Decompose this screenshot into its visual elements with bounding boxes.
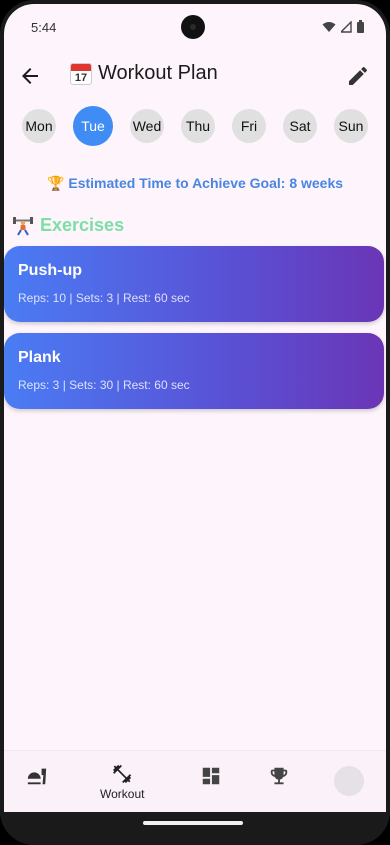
day-thu[interactable]: Thu [181, 109, 215, 143]
food-icon [27, 768, 47, 785]
day-sun[interactable]: Sun [334, 109, 368, 143]
camera-cutout [181, 15, 205, 39]
dashboard-icon [202, 767, 220, 785]
nav-item-dashboard[interactable] [200, 765, 222, 787]
trophy-icon: 🏆 [46, 175, 65, 191]
goal-text: Estimated Time to Achieve Goal: 8 weeks [68, 175, 344, 191]
status-icons [322, 20, 364, 33]
avatar[interactable] [334, 766, 364, 796]
status-time: 5:44 [31, 20, 57, 35]
exercises-title: Exercises [40, 214, 125, 235]
exercise-name: Plank [18, 349, 61, 366]
nav-item-achievements[interactable] [268, 765, 290, 787]
wifi-icon [322, 21, 336, 32]
weightlifter-icon [13, 217, 33, 236]
goal-estimate: 🏆 Estimated Time to Achieve Goal: 8 weeks [4, 175, 386, 192]
app-title-group: 17 Workout Plan [70, 62, 218, 85]
battery-icon [357, 20, 364, 33]
home-gesture-bar[interactable] [143, 821, 243, 825]
exercise-card-plank[interactable]: Plank Reps: 3 | Sets: 30 | Rest: 60 sec [4, 333, 384, 409]
nav-item-food[interactable] [26, 765, 48, 787]
dumbbell-icon [113, 764, 132, 784]
edit-pencil-icon[interactable] [346, 64, 370, 88]
exercise-card-pushup[interactable]: Push-up Reps: 10 | Sets: 3 | Rest: 60 se… [4, 246, 384, 322]
status-bar: 5:44 [4, 4, 386, 48]
signal-icon [341, 20, 352, 33]
day-wed[interactable]: Wed [130, 109, 164, 143]
bottom-navigation: Workout [4, 750, 386, 812]
app-bar: 17 Workout Plan [4, 54, 386, 98]
day-selector: Mon Tue Wed Thu Fri Sat Sun [22, 106, 368, 146]
day-fri[interactable]: Fri [232, 109, 266, 143]
exercise-name: Push-up [18, 262, 82, 279]
device-frame: 5:44 17 Workout Plan Mon Tue Wed Thu Fri… [0, 0, 390, 845]
exercise-details: Reps: 10 | Sets: 3 | Rest: 60 sec [18, 291, 190, 305]
trophy-icon [270, 767, 288, 785]
app-screen: 5:44 17 Workout Plan Mon Tue Wed Thu Fri… [4, 4, 386, 812]
exercises-heading: Exercises [12, 214, 124, 236]
calendar-icon: 17 [70, 62, 92, 85]
day-mon[interactable]: Mon [22, 109, 56, 143]
nav-label-workout: Workout [100, 787, 145, 801]
back-arrow-icon[interactable] [18, 64, 42, 88]
calendar-day-number: 17 [74, 71, 88, 84]
gesture-area [0, 812, 390, 845]
page-title: Workout Plan [98, 62, 218, 84]
nav-item-workout[interactable]: Workout [100, 763, 144, 801]
day-sat[interactable]: Sat [283, 109, 317, 143]
exercise-details: Reps: 3 | Sets: 30 | Rest: 60 sec [18, 378, 190, 392]
day-tue[interactable]: Tue [73, 106, 113, 146]
